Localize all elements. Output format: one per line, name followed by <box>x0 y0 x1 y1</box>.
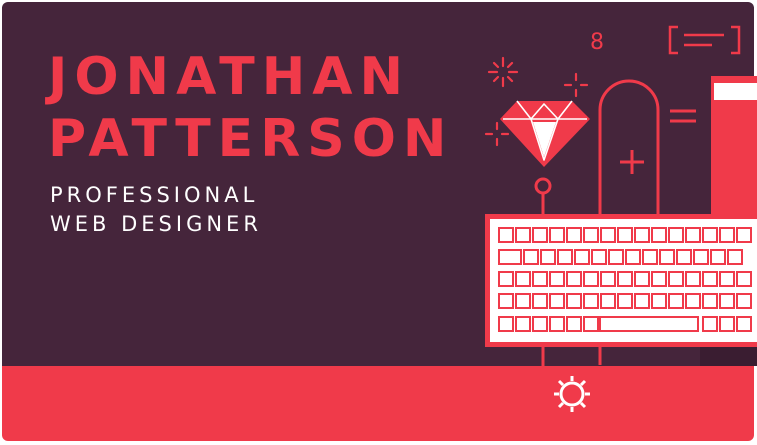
keyboard-key <box>515 271 531 287</box>
sparkle-icon <box>563 72 589 98</box>
keyboard-key <box>600 293 616 309</box>
keyboard-key <box>702 227 718 243</box>
keyboard-key <box>659 249 675 265</box>
keyboard-key <box>668 227 684 243</box>
plus-icon <box>620 150 644 174</box>
keyboard-key <box>668 271 684 287</box>
keyboard-key <box>540 249 556 265</box>
keyboard-key <box>566 293 582 309</box>
keyboard-key <box>532 227 548 243</box>
keyboard-key <box>566 271 582 287</box>
keyboard-key <box>523 249 539 265</box>
keyboard-key <box>617 293 633 309</box>
keyboard-key <box>566 316 582 332</box>
keyboard-key <box>498 316 514 332</box>
keyboard-key <box>600 271 616 287</box>
keyboard-key <box>498 227 514 243</box>
keyboard-key <box>549 316 565 332</box>
keyboard-key <box>685 227 701 243</box>
keyboard-key <box>719 271 735 287</box>
keyboard-key <box>736 293 752 309</box>
keyboard-key <box>532 293 548 309</box>
keyboard-key <box>685 271 701 287</box>
keyboard-key <box>634 271 650 287</box>
keyboard-icon <box>485 214 757 347</box>
keyboard-key <box>532 271 548 287</box>
keyboard-key <box>515 227 531 243</box>
keyboard-key <box>634 293 650 309</box>
keyboard-key <box>515 316 531 332</box>
keyboard-key <box>617 227 633 243</box>
keyboard-key <box>634 227 650 243</box>
keyboard-key <box>566 227 582 243</box>
keyboard-key <box>685 293 701 309</box>
keyboard-key <box>702 316 718 332</box>
keyboard-key <box>719 227 735 243</box>
code-bracket-icon <box>668 25 741 55</box>
keyboard-key <box>549 227 565 243</box>
gear-icon <box>554 376 590 412</box>
illustration: 8 <box>484 25 757 412</box>
keyboard-key <box>710 249 726 265</box>
keyboard-key <box>498 249 522 265</box>
keyboard-key <box>583 293 599 309</box>
sparkle-icon <box>487 56 519 88</box>
keyboard-key <box>668 293 684 309</box>
keyboard-key <box>498 293 514 309</box>
keyboard-key <box>736 271 752 287</box>
keyboard-key <box>591 249 607 265</box>
keyboard-key <box>574 249 590 265</box>
keyboard-key <box>642 249 658 265</box>
keyboard-key <box>736 227 752 243</box>
equals-icon <box>670 109 696 123</box>
keyboard-key <box>498 271 514 287</box>
keyboard-key <box>608 249 624 265</box>
digit-label: 8 <box>590 30 604 55</box>
keyboard-key <box>651 293 667 309</box>
keyboard-key <box>549 271 565 287</box>
business-card: JONATHAN PATTERSON PROFESSIONAL WEB DESI… <box>0 0 757 445</box>
keyboard-key <box>727 249 743 265</box>
keyboard-key <box>549 293 565 309</box>
keyboard-key <box>583 316 599 332</box>
keyboard-key <box>693 249 709 265</box>
keyboard-key <box>625 249 641 265</box>
keyboard-key <box>557 249 573 265</box>
keyboard-key <box>719 293 735 309</box>
spacebar-key <box>599 316 699 332</box>
keyboard-key <box>583 271 599 287</box>
keyboard-key <box>676 249 692 265</box>
keyboard-key <box>532 316 548 332</box>
keyboard-key <box>617 271 633 287</box>
keyboard-key <box>600 227 616 243</box>
keyboard-key <box>651 271 667 287</box>
keyboard-key <box>583 227 599 243</box>
keyboard-key <box>719 316 735 332</box>
diamond-icon <box>500 100 590 167</box>
keyboard-key <box>702 271 718 287</box>
keyboard-key <box>702 293 718 309</box>
sparkle-icon <box>484 121 510 147</box>
keyboard-key <box>736 316 752 332</box>
keyboard-key <box>515 293 531 309</box>
keyboard-key <box>651 227 667 243</box>
